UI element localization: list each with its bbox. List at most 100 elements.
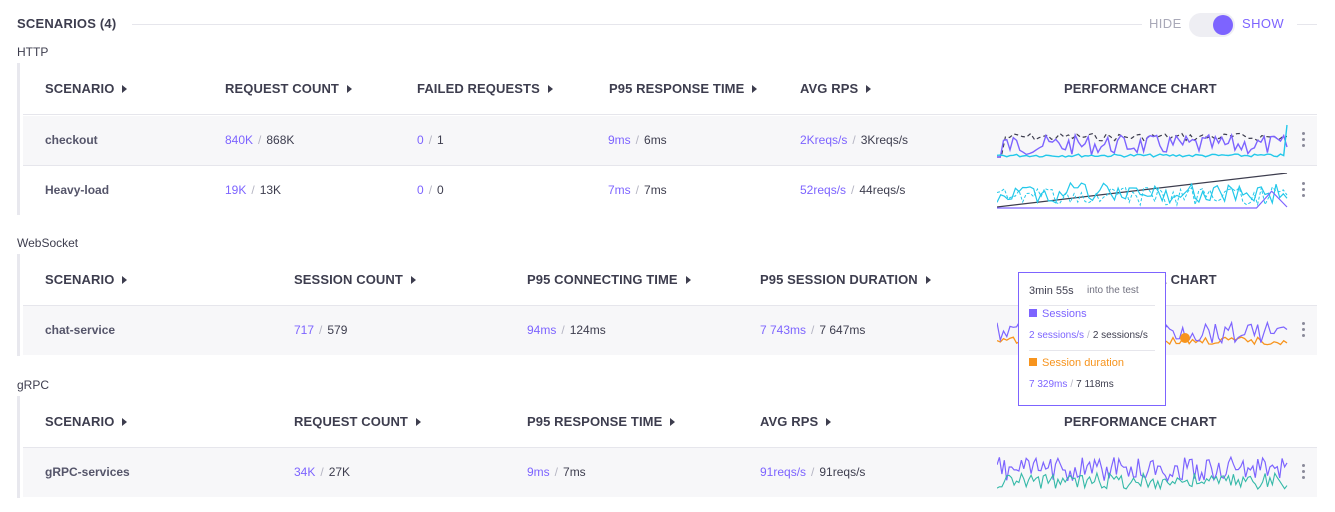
col-label: SESSION COUNT (294, 272, 403, 287)
sparkline-series-cyan (997, 124, 1288, 158)
value-compare: 579 (327, 323, 348, 337)
scenario-name[interactable]: gRPC-services (45, 465, 130, 479)
legend-label: Sessions (1042, 308, 1087, 320)
avg-rps: 52reqs/s / 44reqs/s (800, 183, 905, 197)
value-separator: / (811, 323, 815, 337)
col-label: SCENARIO (45, 272, 115, 287)
show-hide-toggle[interactable] (1189, 13, 1235, 37)
grpc-group-label: gRPC (17, 378, 50, 392)
value-current: 52reqs/s (800, 183, 847, 197)
col-scenario[interactable]: SCENARIO (45, 414, 128, 429)
sparkline-series-cyan (997, 181, 1288, 206)
col-p95-session-duration[interactable]: P95 SESSION DURATION (760, 272, 931, 287)
value-compare: 1 (437, 133, 444, 147)
caret-right-icon (925, 276, 931, 284)
p95-response-time: 7ms / 7ms (608, 183, 667, 197)
grpc-table: SCENARIO REQUEST COUNT P95 RESPONSE TIME… (17, 396, 1317, 498)
p95-response-time: 9ms / 6ms (608, 133, 667, 147)
caret-right-icon (826, 418, 832, 426)
value-separator: / (554, 465, 559, 479)
scenario-name[interactable]: Heavy-load (45, 183, 109, 197)
http-group-label: HTTP (17, 45, 49, 59)
performance-sparkline[interactable] (997, 173, 1289, 209)
col-request-count[interactable]: REQUEST COUNT (294, 414, 421, 429)
value-separator: / (1070, 379, 1074, 390)
tooltip-into-label: into the test (1087, 285, 1139, 296)
performance-sparkline[interactable] (997, 455, 1289, 491)
col-label: REQUEST COUNT (225, 81, 339, 96)
col-label: SCENARIO (45, 81, 115, 96)
failed-requests: 0 / 1 (417, 133, 444, 147)
value-current: 717 (294, 323, 315, 337)
col-label: P95 SESSION DURATION (760, 272, 918, 287)
value-compare: 7 118ms (1076, 379, 1114, 390)
scenario-name[interactable]: checkout (45, 133, 98, 147)
col-label: FAILED REQUESTS (417, 81, 540, 96)
value-compare: 91reqs/s (819, 465, 866, 479)
value-compare: 13K (259, 183, 282, 197)
col-p95-response-time[interactable]: P95 RESPONSE TIME (527, 414, 676, 429)
kebab-menu-icon[interactable] (1302, 464, 1306, 482)
col-scenario[interactable]: SCENARIO (45, 81, 128, 96)
caret-right-icon (670, 418, 676, 426)
tooltip-duration-legend: Session duration (1029, 357, 1124, 369)
p95-connecting-time: 94ms / 124ms (527, 323, 606, 337)
col-avg-rps[interactable]: AVG RPS (760, 414, 832, 429)
value-compare: 0 (437, 183, 444, 197)
scenario-name[interactable]: chat-service (45, 323, 115, 337)
hide-label[interactable]: HIDE (1149, 16, 1182, 31)
col-performance-chart: PERFORMANCE CHART (1064, 414, 1217, 429)
col-request-count[interactable]: REQUEST COUNT (225, 81, 352, 96)
value-compare: 7ms (644, 183, 667, 197)
toggle-knob (1213, 15, 1233, 35)
value-separator: / (635, 183, 640, 197)
performance-sparkline[interactable] (997, 123, 1289, 159)
value-current: 0 (417, 133, 424, 147)
col-scenario[interactable]: SCENARIO (45, 272, 128, 287)
table-row[interactable]: Heavy-load 19K / 13K 0 / 0 7ms / 7ms 52reqs/s /… (23, 165, 1317, 214)
caret-right-icon (752, 85, 758, 93)
table-row[interactable]: checkout 840K / 868K 0 / 1 9ms / 6ms 2Kreqs/s /… (23, 116, 1317, 165)
value-current: 2Kreqs/s (800, 133, 848, 147)
tooltip-divider (1029, 305, 1155, 306)
value-current: 19K (225, 183, 247, 197)
value-separator: / (319, 323, 323, 337)
col-failed-requests[interactable]: FAILED REQUESTS (417, 81, 553, 96)
value-separator: / (811, 465, 815, 479)
kebab-menu-icon[interactable] (1302, 182, 1306, 200)
value-current: 9ms (527, 465, 550, 479)
col-p95-response-time[interactable]: P95 RESPONSE TIME (609, 81, 758, 96)
http-header-row: SCENARIO REQUEST COUNT FAILED REQUESTS P… (23, 63, 1317, 115)
table-row[interactable]: gRPC-services 34K/27K 9ms/7ms 91reqs/s/9… (23, 448, 1317, 497)
col-session-count[interactable]: SESSION COUNT (294, 272, 416, 287)
value-current: 9ms (608, 133, 631, 147)
kebab-menu-icon[interactable] (1302, 132, 1306, 150)
show-label[interactable]: SHOW (1242, 16, 1284, 31)
scenarios-title: SCENARIOS (4) (17, 16, 117, 31)
value-current: 840K (225, 133, 254, 147)
sparkline-series-accent (997, 190, 1288, 209)
caret-right-icon (415, 418, 421, 426)
col-label: SCENARIO (45, 414, 115, 429)
value-current: 34K (294, 465, 316, 479)
col-p95-connecting-time[interactable]: P95 CONNECTING TIME (527, 272, 691, 287)
value-separator: / (251, 183, 255, 197)
value-compare: 124ms (569, 323, 606, 337)
value-separator: / (635, 133, 640, 147)
col-avg-rps[interactable]: AVG RPS (800, 81, 872, 96)
header-divider (132, 24, 1142, 25)
kebab-menu-icon[interactable] (1302, 322, 1306, 340)
legend-square-icon (1029, 309, 1037, 317)
col-label: AVG RPS (800, 81, 859, 96)
value-separator: / (428, 133, 433, 147)
col-label: REQUEST COUNT (294, 414, 408, 429)
value-compare: 2 sessions/s (1092, 330, 1148, 341)
value-current: 0 (417, 183, 424, 197)
col-label: P95 CONNECTING TIME (527, 272, 678, 287)
scenarios-header: SCENARIOS (4) HIDE SHOW (17, 13, 1317, 37)
tooltip-sessions-legend: Sessions (1029, 308, 1087, 320)
value-separator: / (561, 323, 565, 337)
request-count: 34K / 27K (294, 465, 350, 479)
value-compare: 7ms (563, 465, 586, 479)
header-divider-right (1297, 24, 1317, 25)
